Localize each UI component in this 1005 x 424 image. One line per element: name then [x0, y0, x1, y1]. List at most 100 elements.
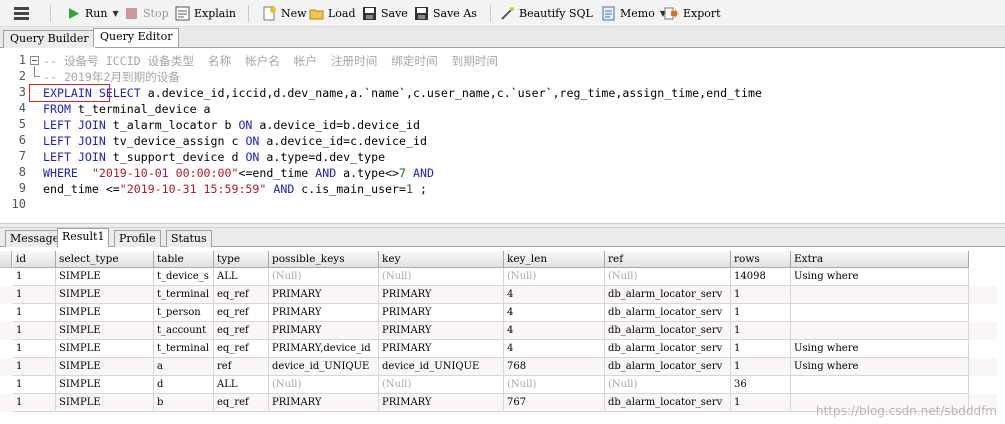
cell-extra[interactable]: Using where	[791, 340, 969, 358]
cell-extra[interactable]	[791, 376, 969, 394]
cell-type[interactable]: ALL	[214, 376, 269, 394]
cell-extra[interactable]: Using where	[791, 268, 969, 286]
cell-possible-keys[interactable]: (Null)	[269, 268, 379, 286]
column-header-extra[interactable]: Extra	[791, 251, 969, 268]
cell-table[interactable]: t_account	[154, 322, 214, 340]
table-row[interactable]: 1 SIMPLE t_terminal eq_ref PRIMARY,device_id…	[0, 340, 997, 358]
cell-key-len[interactable]: (Null)	[504, 268, 605, 286]
cell-extra[interactable]	[791, 304, 969, 322]
tab-result1[interactable]: Result1	[57, 228, 110, 247]
cell-rows[interactable]: 1	[731, 358, 791, 376]
cell-id[interactable]: 1	[13, 322, 56, 340]
cell-extra[interactable]: Using where	[791, 358, 969, 376]
table-row[interactable]: 1 SIMPLE t_terminal eq_ref PRIMARY PRIMARY 4 db…	[0, 286, 997, 304]
table-row[interactable]: 1 SIMPLE a ref device_id_UNIQUE device_id_UNI…	[0, 358, 997, 376]
cell-extra[interactable]	[791, 286, 969, 304]
cell-select-type[interactable]: SIMPLE	[56, 394, 154, 412]
tab-query-builder[interactable]: Query Builder	[3, 30, 96, 48]
table-row[interactable]: 1 SIMPLE d ALL (Null) (Null) (Null) (Null) 36	[0, 376, 997, 394]
cell-ref[interactable]: (Null)	[605, 268, 731, 286]
cell-rows[interactable]: 1	[731, 304, 791, 322]
new-button[interactable]: New	[262, 4, 307, 23]
column-header-rows[interactable]: rows	[731, 251, 791, 268]
explain-button[interactable]: Explain	[175, 4, 236, 23]
column-header-key[interactable]: key	[379, 251, 504, 268]
cell-rows[interactable]: 14098	[731, 268, 791, 286]
cell-possible-keys[interactable]: PRIMARY	[269, 286, 379, 304]
cell-rows[interactable]: 1	[731, 394, 791, 412]
cell-possible-keys[interactable]: PRIMARY	[269, 322, 379, 340]
cell-rows[interactable]: 36	[731, 376, 791, 394]
cell-extra[interactable]	[791, 322, 969, 340]
cell-possible-keys[interactable]: (Null)	[269, 376, 379, 394]
tab-profile[interactable]: Profile	[114, 230, 161, 247]
column-header-ref[interactable]: ref	[605, 251, 731, 268]
stop-button[interactable]: Stop	[124, 4, 169, 23]
run-button[interactable]: Run ▼	[66, 4, 119, 23]
cell-key-len[interactable]: 4	[504, 286, 605, 304]
cell-type[interactable]: eq_ref	[214, 340, 269, 358]
export-button[interactable]: Export	[664, 4, 721, 23]
cell-ref[interactable]: db_alarm_locator_serv	[605, 394, 731, 412]
cell-ref[interactable]: db_alarm_locator_serv	[605, 322, 731, 340]
cell-id[interactable]: 1	[13, 286, 56, 304]
cell-type[interactable]: eq_ref	[214, 286, 269, 304]
cell-select-type[interactable]: SIMPLE	[56, 322, 154, 340]
cell-possible-keys[interactable]: device_id_UNIQUE	[269, 358, 379, 376]
cell-ref[interactable]: db_alarm_locator_serv	[605, 304, 731, 322]
cell-select-type[interactable]: SIMPLE	[56, 286, 154, 304]
cell-ref[interactable]: db_alarm_locator_serv	[605, 340, 731, 358]
cell-key-len[interactable]: 768	[504, 358, 605, 376]
cell-key[interactable]: (Null)	[379, 376, 504, 394]
tab-message[interactable]: Message	[5, 230, 65, 247]
beautify-sql-button[interactable]: Beautify SQL	[500, 4, 593, 23]
cell-table[interactable]: b	[154, 394, 214, 412]
cell-select-type[interactable]: SIMPLE	[56, 304, 154, 322]
table-row[interactable]: 1 SIMPLE t_person eq_ref PRIMARY PRIMARY 4 db_a…	[0, 304, 997, 322]
menu-icon[interactable]	[14, 7, 29, 20]
cell-table[interactable]: t_person	[154, 304, 214, 322]
result-grid[interactable]: id select_type table type possible_keys key ke…	[0, 251, 1005, 424]
cell-table[interactable]: a	[154, 358, 214, 376]
cell-select-type[interactable]: SIMPLE	[56, 376, 154, 394]
cell-id[interactable]: 1	[13, 340, 56, 358]
cell-table[interactable]: t_terminal	[154, 340, 214, 358]
cell-key[interactable]: PRIMARY	[379, 304, 504, 322]
cell-key[interactable]: PRIMARY	[379, 340, 504, 358]
cell-id[interactable]: 1	[13, 358, 56, 376]
tab-status[interactable]: Status	[166, 230, 212, 247]
cell-rows[interactable]: 1	[731, 340, 791, 358]
cell-id[interactable]: 1	[13, 376, 56, 394]
cell-key[interactable]: PRIMARY	[379, 286, 504, 304]
save-button[interactable]: Save	[362, 4, 408, 23]
save-as-button[interactable]: Save As	[414, 4, 477, 23]
cell-key[interactable]: PRIMARY	[379, 394, 504, 412]
fold-collapse-icon[interactable]	[30, 56, 39, 65]
cell-select-type[interactable]: SIMPLE	[56, 268, 154, 286]
cell-key[interactable]: PRIMARY	[379, 322, 504, 340]
cell-key[interactable]: (Null)	[379, 268, 504, 286]
cell-select-type[interactable]: SIMPLE	[56, 358, 154, 376]
cell-key-len[interactable]: 4	[504, 322, 605, 340]
cell-type[interactable]: ref	[214, 358, 269, 376]
cell-id[interactable]: 1	[13, 268, 56, 286]
load-button[interactable]: Load	[309, 4, 356, 23]
cell-select-type[interactable]: SIMPLE	[56, 340, 154, 358]
column-header-select-type[interactable]: select_type	[56, 251, 154, 268]
tab-query-editor[interactable]: Query Editor	[93, 28, 180, 47]
column-header-key-len[interactable]: key_len	[504, 251, 605, 268]
column-header-table[interactable]: table	[154, 251, 214, 268]
table-row[interactable]: 1 SIMPLE t_account eq_ref PRIMARY PRIMARY 4 db_…	[0, 322, 997, 340]
cell-possible-keys[interactable]: PRIMARY,device_id	[269, 340, 379, 358]
cell-key-len[interactable]: (Null)	[504, 376, 605, 394]
cell-rows[interactable]: 1	[731, 322, 791, 340]
cell-type[interactable]: eq_ref	[214, 394, 269, 412]
cell-table[interactable]: d	[154, 376, 214, 394]
cell-type[interactable]: ALL	[214, 268, 269, 286]
cell-key-len[interactable]: 4	[504, 304, 605, 322]
cell-id[interactable]: 1	[13, 394, 56, 412]
column-header-type[interactable]: type	[214, 251, 269, 268]
cell-type[interactable]: eq_ref	[214, 322, 269, 340]
cell-ref[interactable]: (Null)	[605, 376, 731, 394]
cell-ref[interactable]: db_alarm_locator_serv	[605, 358, 731, 376]
